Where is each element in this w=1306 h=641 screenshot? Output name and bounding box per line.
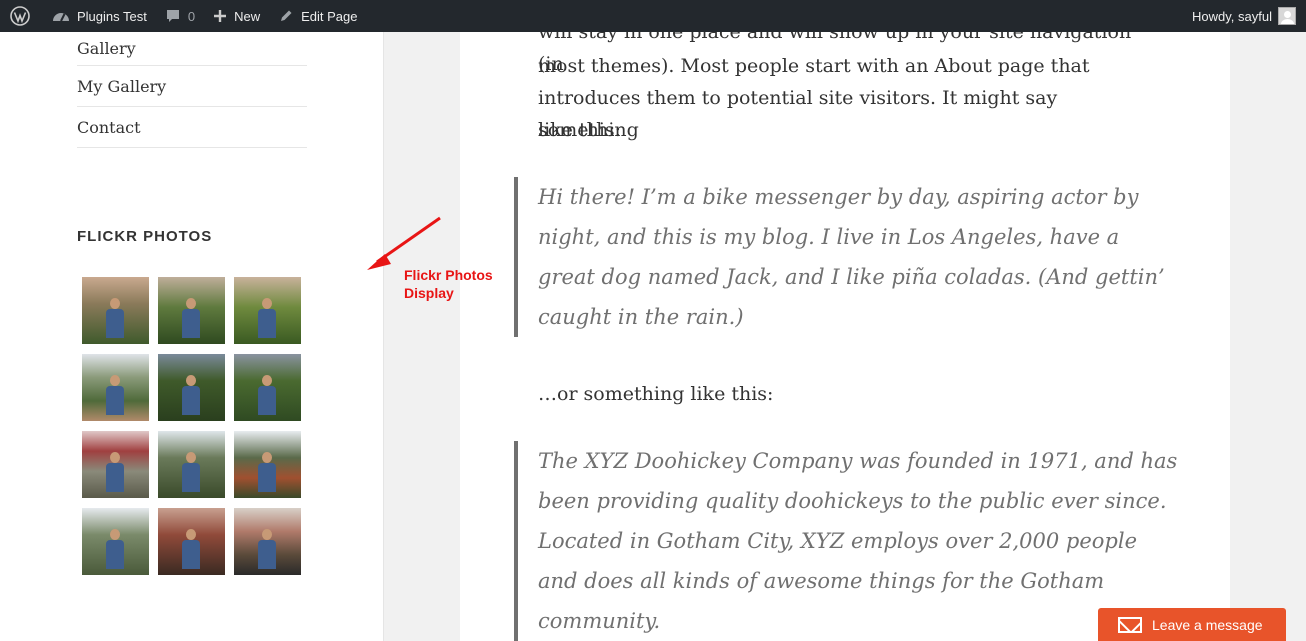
widget-title: FLICKR PHOTOS (77, 228, 213, 245)
menu-item-gallery[interactable]: Gallery (77, 32, 307, 66)
flickr-photo-grid (82, 277, 301, 575)
sidebar-menu: Gallery My Gallery Contact (77, 32, 307, 148)
avatar (1278, 7, 1296, 25)
my-account-menu[interactable]: Howdy, sayful (1192, 0, 1306, 32)
sidebar: Gallery My Gallery Contact FLICKR PHOTOS (0, 32, 384, 641)
new-content-menu[interactable]: New (203, 0, 268, 32)
blockquote-1: Hi there! I’m a bike messenger by day, a… (514, 177, 1194, 337)
flickr-photo[interactable] (82, 508, 149, 575)
comment-icon (166, 10, 179, 22)
flickr-photo[interactable] (82, 431, 149, 498)
flickr-photo[interactable] (158, 508, 225, 575)
wordpress-logo-icon[interactable] (0, 0, 38, 32)
admin-bar: Plugins Test 0 New Edit Page Howdy, sayf… (0, 0, 1306, 32)
quote-line: The XYZ Doohickey Company was founded in… (538, 449, 1178, 473)
content-area: will stay in one place and will show up … (460, 32, 1230, 641)
flickr-photo[interactable] (158, 354, 225, 421)
quote-line: and does all kinds of awesome things for… (538, 569, 1105, 593)
edit-page-label: Edit Page (301, 8, 358, 24)
paragraph-line: like this: (538, 119, 622, 141)
paragraph-line: most themes). Most people start with an … (538, 55, 1090, 77)
flickr-photo[interactable] (234, 354, 301, 421)
flickr-photo[interactable] (158, 277, 225, 344)
flickr-photo[interactable] (234, 277, 301, 344)
quote-line: Hi there! I’m a bike messenger by day, a… (538, 185, 1139, 209)
quote-line: night, and this is my blog. I live in Lo… (538, 225, 1120, 249)
comments-count: 0 (187, 8, 196, 24)
quote-line: been providing quality doohickeys to the… (538, 489, 1167, 513)
envelope-icon (1118, 616, 1142, 633)
quote-line: community. (538, 609, 661, 633)
plus-icon (214, 10, 227, 22)
paragraph-line: …or something like this: (538, 383, 774, 405)
quote-line: great dog named Jack, and I like piña co… (538, 265, 1165, 289)
menu-item-my-gallery[interactable]: My Gallery (77, 66, 307, 107)
menu-item-contact[interactable]: Contact (77, 107, 307, 148)
leave-message-label: Leave a message (1152, 616, 1263, 633)
new-label: New (234, 8, 261, 24)
annotation-arrow-icon (367, 216, 441, 270)
annotation-line: Display (404, 285, 454, 301)
edit-page-link[interactable]: Edit Page (268, 0, 365, 32)
flickr-photo[interactable] (158, 431, 225, 498)
flickr-photo[interactable] (234, 508, 301, 575)
leave-message-button[interactable]: Leave a message (1098, 608, 1286, 641)
pencil-icon (281, 10, 292, 21)
dashboard-icon (53, 13, 69, 22)
site-name: Plugins Test (77, 8, 147, 24)
flickr-photo[interactable] (82, 354, 149, 421)
blockquote-2: The XYZ Doohickey Company was founded in… (514, 441, 1194, 641)
site-name-menu[interactable]: Plugins Test (38, 0, 155, 32)
flickr-photo[interactable] (82, 277, 149, 344)
flickr-photo[interactable] (234, 431, 301, 498)
quote-line: caught in the rain.) (538, 305, 744, 329)
comments-menu[interactable]: 0 (155, 0, 203, 32)
quote-line: Located in Gotham City, XYZ employs over… (538, 529, 1137, 553)
howdy-text: Howdy, sayful (1192, 8, 1272, 24)
